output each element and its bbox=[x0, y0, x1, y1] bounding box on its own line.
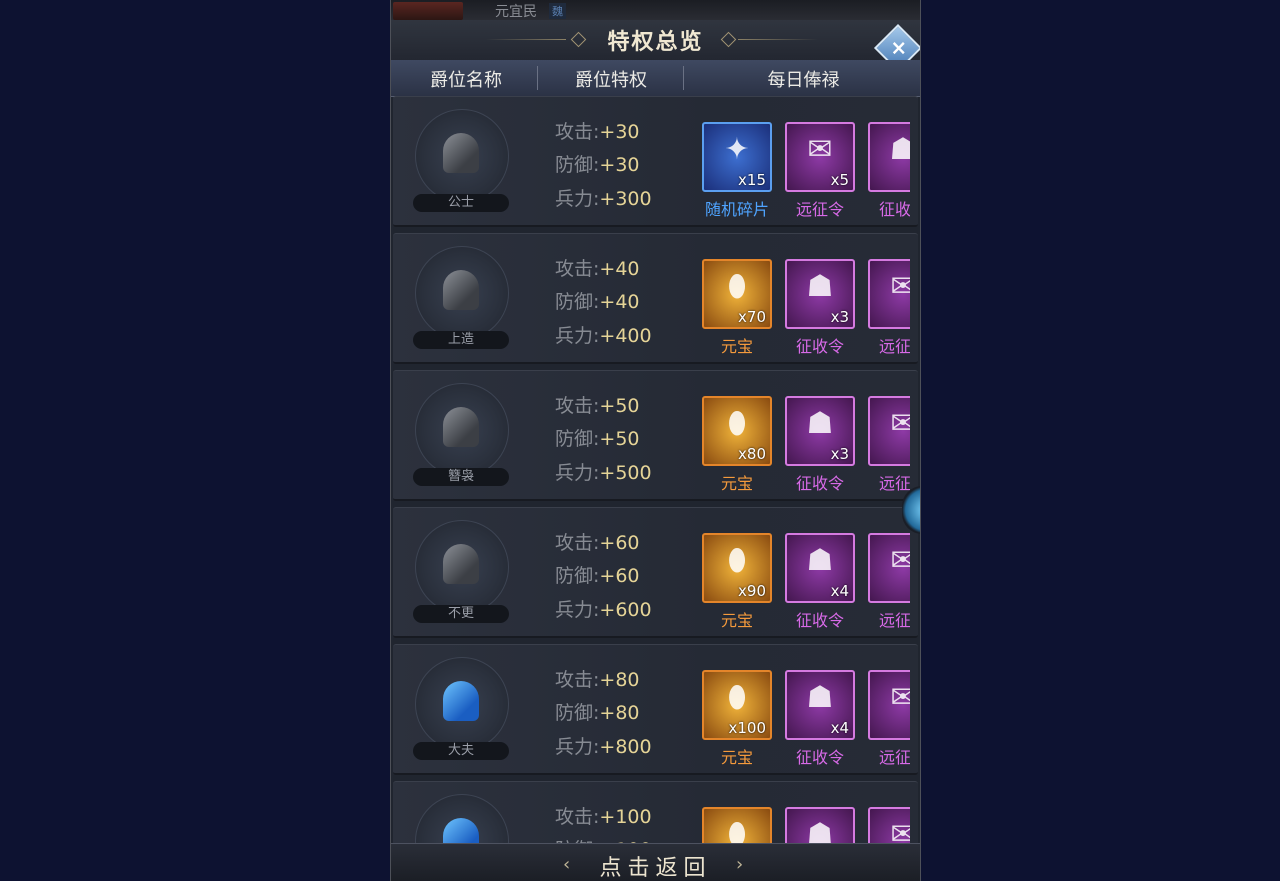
reward-item-slot[interactable]: ☗ x3 bbox=[785, 259, 855, 329]
reward-item-name: 征收令 bbox=[795, 611, 844, 630]
fragment-icon: ✦ bbox=[724, 132, 750, 167]
token-icon: ☗ bbox=[870, 132, 910, 167]
reward-item-slot[interactable]: ☗ x3 bbox=[785, 396, 855, 466]
reward-items: ⬮ x90 元宝 ☗ x4 征收令 ✉ 远征令 bbox=[393, 508, 910, 636]
item-count: x80 bbox=[738, 445, 766, 463]
reward-item-slot[interactable]: ☗ x4 bbox=[785, 670, 855, 740]
scroll-icon: ✉ bbox=[870, 406, 910, 441]
bottom-bar: ‹ 点击返回 › bbox=[391, 843, 920, 881]
reward-item-name: 远征令 bbox=[878, 748, 910, 767]
item-count: x90 bbox=[738, 582, 766, 600]
reward-item-slot[interactable]: ☗ x4 bbox=[785, 533, 855, 603]
player-faction-tag: 魏 bbox=[549, 3, 566, 19]
item-count: x3 bbox=[830, 308, 849, 326]
reward-item-slot[interactable]: ⬮ x90 bbox=[702, 533, 772, 603]
token-icon: ☗ bbox=[806, 543, 834, 578]
scroll-icon: ✉ bbox=[870, 269, 910, 304]
title-ornament-right bbox=[738, 39, 818, 40]
reward-item-name: 征收令 bbox=[878, 200, 910, 219]
col-rank-name: 爵位名称 bbox=[430, 70, 502, 91]
item-count: x5 bbox=[830, 171, 849, 189]
gold-ingot-icon: ⬮ bbox=[727, 543, 747, 578]
item-count: x4 bbox=[830, 582, 849, 600]
reward-item-name: 远征令 bbox=[878, 474, 910, 493]
reward-item-name: 元宝 bbox=[720, 474, 753, 493]
reward-item-name: 征收令 bbox=[795, 337, 844, 356]
reward-item-name: 征收令 bbox=[795, 474, 844, 493]
gold-ingot-icon: ⬮ bbox=[727, 680, 747, 715]
reward-items: ⬮ x70 元宝 ☗ x3 征收令 ✉ 远征令 bbox=[393, 234, 910, 362]
top-status-strip: 元宜民 魏 bbox=[391, 0, 920, 20]
chevron-right-icon: › bbox=[736, 854, 744, 875]
reward-item-slot[interactable]: ⬮ x70 bbox=[702, 259, 772, 329]
reward-item-slot[interactable]: ✉ bbox=[868, 533, 910, 603]
col-daily-salary: 每日俸禄 bbox=[767, 70, 840, 91]
item-count: x4 bbox=[830, 719, 849, 737]
reward-item-name: 元宝 bbox=[720, 611, 753, 630]
reward-item-slot[interactable]: ⬮ x100 bbox=[702, 670, 772, 740]
col-divider bbox=[683, 66, 684, 90]
item-count: x3 bbox=[830, 445, 849, 463]
reward-item-name: 远征令 bbox=[795, 200, 844, 219]
item-count: x70 bbox=[738, 308, 766, 326]
token-icon: ☗ bbox=[806, 680, 834, 715]
reward-item-slot[interactable]: ✦ x15 bbox=[702, 122, 772, 192]
rank-row: 大夫 攻击:+80 防御:+80 兵力:+800 ⬮x100元宝☗x4征收令✉远… bbox=[393, 644, 918, 775]
reward-items: ⬮ x100 元宝 ☗ x4 征收令 ✉ 远征令 bbox=[393, 645, 910, 773]
reward-item-slot[interactable]: ✉ x5 bbox=[785, 122, 855, 192]
reward-item-name: 远征令 bbox=[878, 337, 910, 356]
reward-item-slot[interactable]: ✉ bbox=[868, 259, 910, 329]
reward-item-name: 远征令 bbox=[878, 611, 910, 630]
rank-row: 公士 攻击:+30 防御:+30 兵力:+300 ✦x15随机碎片✉x5远征令☗… bbox=[393, 96, 918, 227]
reward-item-name: 元宝 bbox=[720, 748, 753, 767]
col-rank-privilege: 爵位特权 bbox=[575, 70, 647, 91]
rank-row: 上造 攻击:+40 防御:+40 兵力:+400 ⬮x70元宝☗x3征收令✉远征… bbox=[393, 233, 918, 364]
col-divider bbox=[537, 66, 538, 90]
item-count: x15 bbox=[738, 171, 766, 189]
reward-item-slot[interactable]: ⬮ x80 bbox=[702, 396, 772, 466]
reward-item-name: 元宝 bbox=[720, 337, 753, 356]
rank-row: 簪袅 攻击:+50 防御:+50 兵力:+500 ⬮x80元宝☗x3征收令✉远征… bbox=[393, 370, 918, 501]
title-bar: 特权总览 × bbox=[391, 20, 920, 73]
reward-items: ⬮ x80 元宝 ☗ x3 征收令 ✉ 远征令 bbox=[393, 371, 910, 499]
column-header: 爵位名称 爵位特权 每日俸禄 bbox=[391, 60, 920, 97]
reward-item-name: 随机碎片 bbox=[704, 200, 769, 219]
page-title: 特权总览 bbox=[607, 30, 704, 55]
reward-item-slot[interactable]: ✉ bbox=[868, 670, 910, 740]
scroll-icon: ✉ bbox=[870, 543, 910, 578]
scroll-icon: ✉ bbox=[807, 132, 833, 167]
gold-ingot-icon: ⬮ bbox=[727, 406, 747, 441]
gold-ingot-icon: ⬮ bbox=[727, 269, 747, 304]
token-icon: ☗ bbox=[806, 269, 834, 304]
reward-items: ✦ x15 随机碎片 ✉ x5 远征令 ☗ 征收令 bbox=[393, 97, 910, 225]
item-count: x100 bbox=[728, 719, 766, 737]
rank-banner bbox=[393, 2, 463, 20]
rank-row: 不更 攻击:+60 防御:+60 兵力:+600 ⬮x90元宝☗x4征收令✉远征… bbox=[393, 507, 918, 638]
back-button[interactable]: 点击返回 bbox=[391, 850, 920, 881]
close-icon: × bbox=[890, 35, 908, 60]
reward-item-slot[interactable]: ☗ bbox=[868, 122, 910, 192]
scroll-icon: ✉ bbox=[870, 680, 910, 715]
reward-item-slot[interactable]: ✉ bbox=[868, 396, 910, 466]
token-icon: ☗ bbox=[806, 406, 834, 441]
player-name: 元宜民 bbox=[495, 4, 537, 20]
reward-item-name: 征收令 bbox=[795, 748, 844, 767]
privilege-overview-panel: 元宜民 魏 特权总览 × 爵位名称 爵位特权 每日俸禄 公士 攻击:+30 防御… bbox=[390, 0, 921, 881]
